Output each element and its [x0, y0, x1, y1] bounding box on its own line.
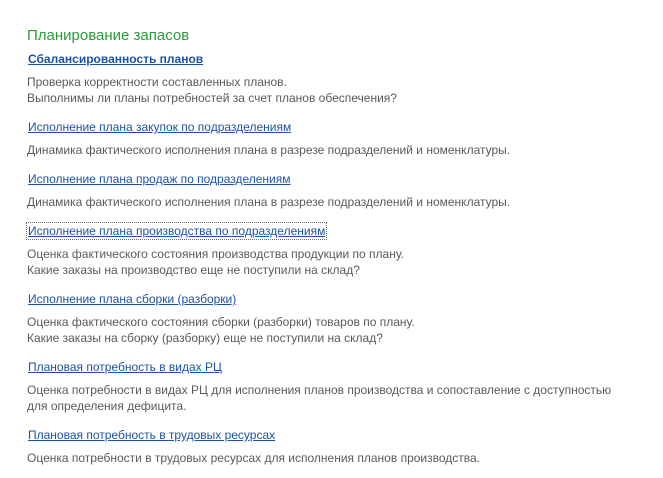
report-link-production-plan[interactable]: Исполнение плана производства по подразд… [26, 222, 328, 240]
report-link-work-center-demand[interactable]: Плановая потребность в видах РЦ [26, 358, 224, 376]
report-description: Оценка потребности в трудовых ресурсах д… [27, 450, 663, 466]
report-description-line: Оценка потребности в трудовых ресурсах д… [27, 451, 481, 465]
report-description-line: Какие заказы на производство еще не пост… [27, 263, 360, 277]
report-description: Динамика фактического исполнения плана в… [27, 194, 663, 210]
report-link-plans-balance[interactable]: Сбалансированность планов [26, 50, 205, 68]
report-description-line: Какие заказы на сборку (разборку) еще не… [27, 331, 383, 345]
report-item: Сбалансированность планов Проверка корре… [27, 50, 663, 106]
report-link-purchase-plan[interactable]: Исполнение плана закупок по подразделени… [26, 118, 293, 136]
report-description: Оценка фактического состояния производст… [27, 246, 663, 278]
report-description: Оценка фактического состояния сборки (ра… [27, 314, 663, 346]
report-item: Исполнение плана производства по подразд… [26, 222, 663, 278]
report-description: Оценка потребности в видах РЦ для исполн… [27, 382, 663, 414]
report-description-line: для определения дефицита. [27, 399, 187, 413]
section-title: Планирование запасов [27, 27, 190, 44]
report-panel: Планирование запасов Сбалансированность … [26, 26, 663, 478]
report-description-line: Оценка потребности в видах РЦ для исполн… [27, 383, 612, 397]
report-description-line: Проверка корректности составленных плано… [27, 75, 287, 89]
report-link-labor-demand[interactable]: Плановая потребность в трудовых ресурсах [26, 426, 277, 444]
report-description: Динамика фактического исполнения плана в… [27, 142, 663, 158]
report-item: Плановая потребность в видах РЦ Оценка п… [27, 358, 663, 414]
report-link-sales-plan[interactable]: Исполнение плана продаж по подразделения… [26, 170, 293, 188]
report-description: Проверка корректности составленных плано… [27, 74, 663, 106]
report-description-line: Оценка фактического состояния сборки (ра… [27, 315, 415, 329]
report-item: Исполнение плана сборки (разборки) Оценк… [27, 290, 663, 346]
report-link-assembly-plan[interactable]: Исполнение плана сборки (разборки) [26, 290, 238, 308]
report-description-line: Динамика фактического исполнения плана в… [27, 143, 511, 157]
report-item: Исполнение плана продаж по подразделения… [27, 170, 663, 210]
report-item: Исполнение плана закупок по подразделени… [27, 118, 663, 158]
report-item: Плановая потребность в трудовых ресурсах… [27, 426, 663, 466]
report-description-line: Динамика фактического исполнения плана в… [27, 195, 511, 209]
report-description-line: Оценка фактического состояния производст… [27, 247, 404, 261]
report-description-line: Выполнимы ли планы потребностей за счет … [27, 91, 397, 105]
